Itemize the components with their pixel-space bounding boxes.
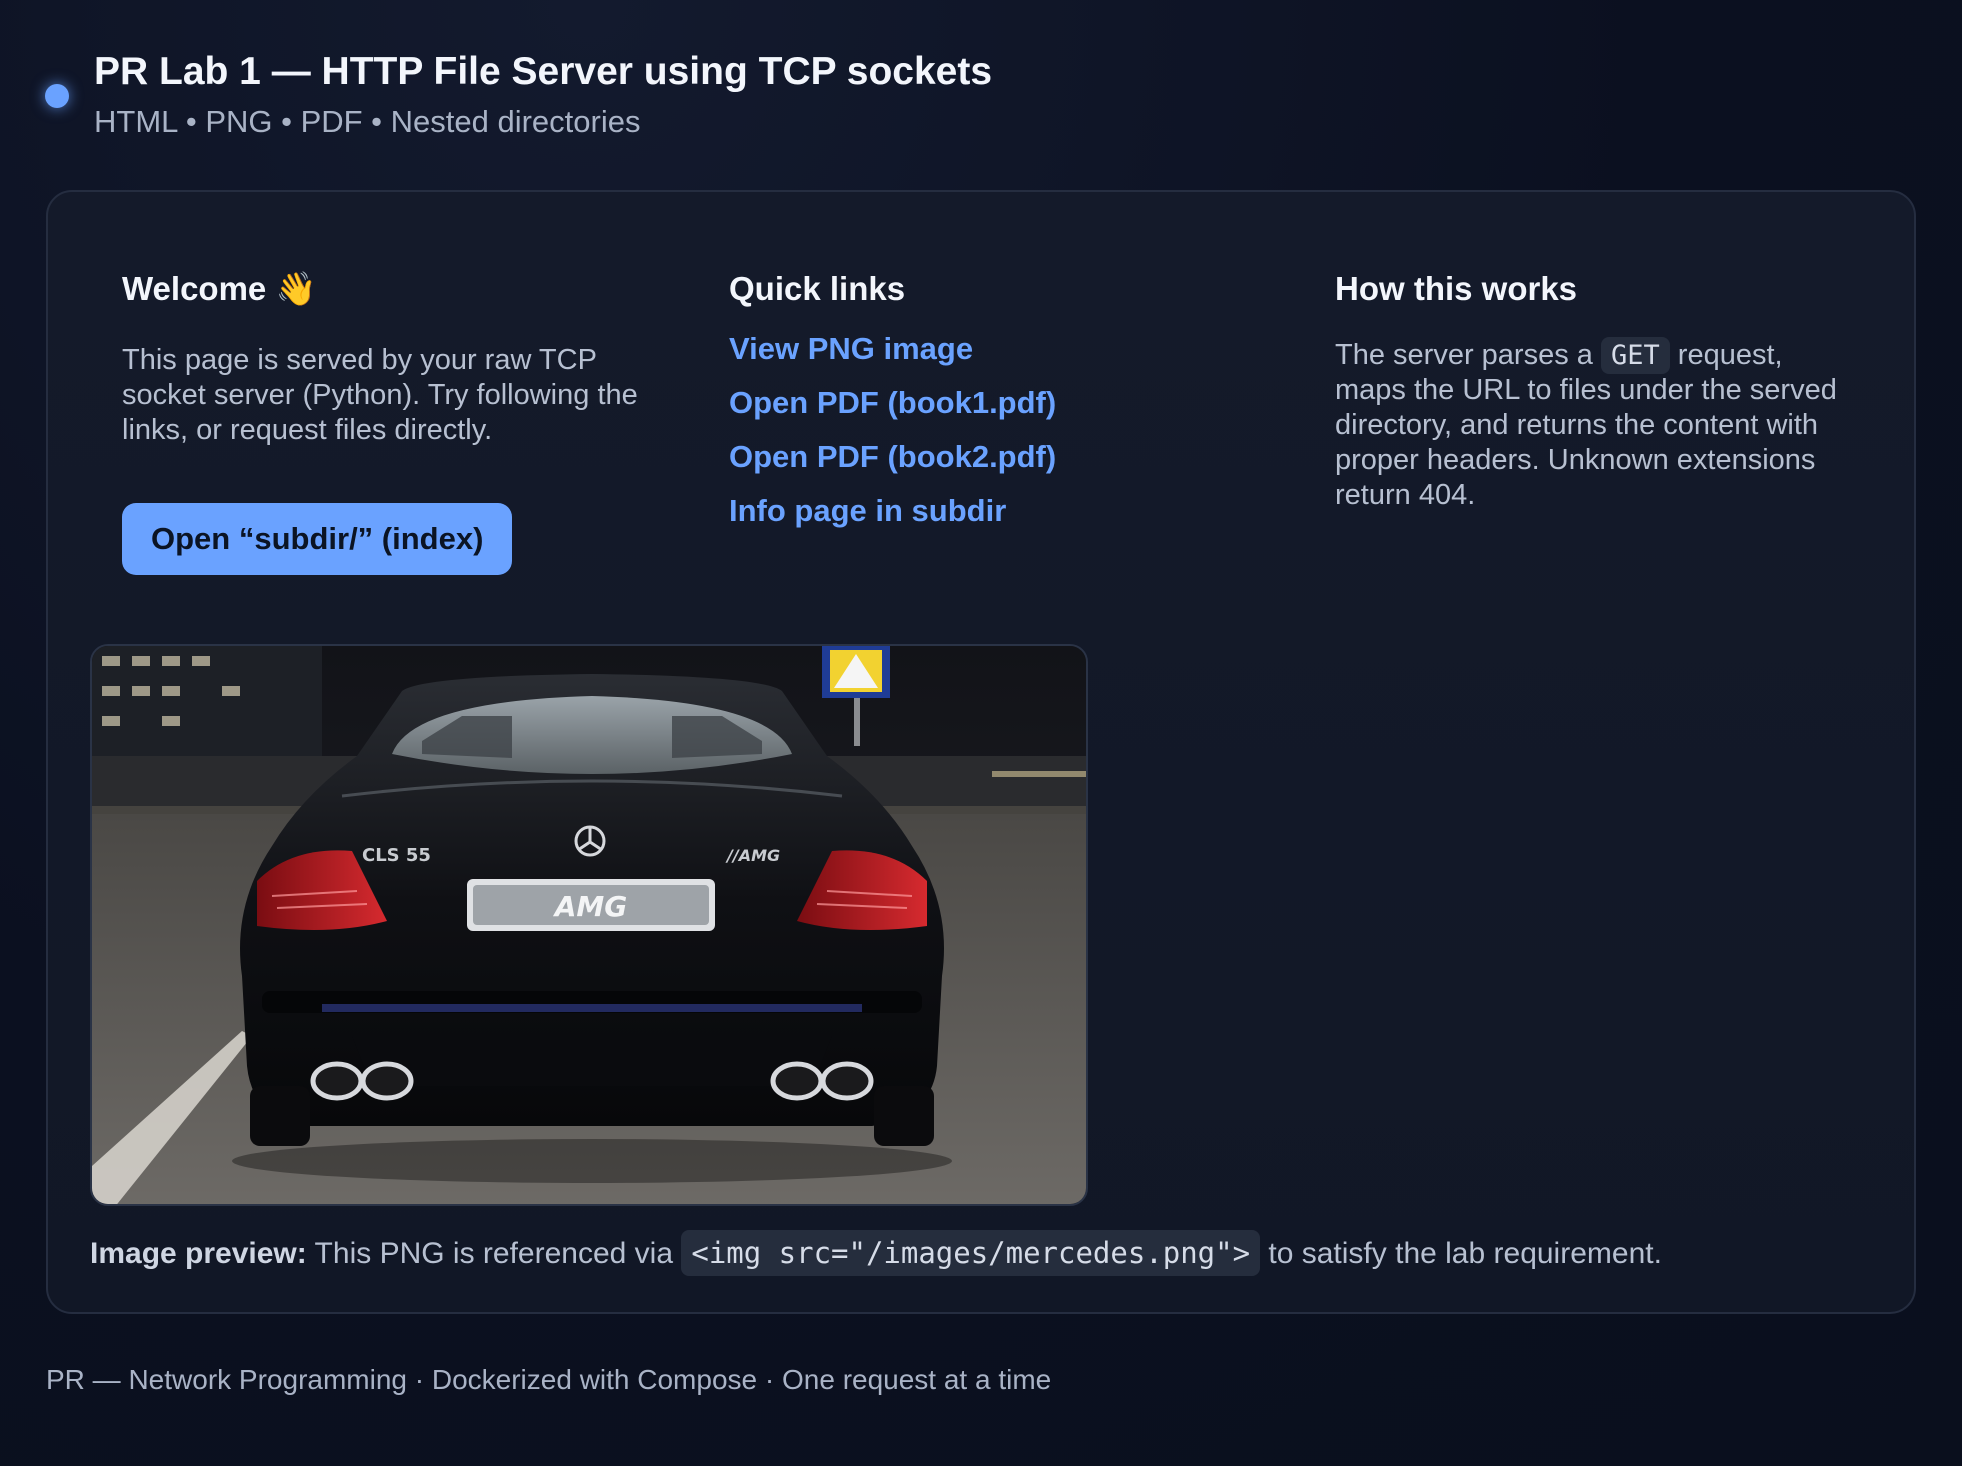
welcome-section: Welcome 👋 This page is served by your ra… bbox=[122, 270, 652, 575]
main-card: Welcome 👋 This page is served by your ra… bbox=[46, 190, 1916, 1314]
page-footer: PR — Network Programming · Dockerized wi… bbox=[46, 1364, 1052, 1395]
image-caption: Image preview: This PNG is referenced vi… bbox=[90, 1230, 1662, 1276]
welcome-heading: Welcome 👋 bbox=[122, 270, 317, 307]
link-view-png[interactable]: View PNG image bbox=[729, 322, 1269, 376]
svg-text:CLS 55: CLS 55 bbox=[362, 845, 431, 866]
caption-code: <img src="/images/mercedes.png"> bbox=[681, 1230, 1261, 1276]
quick-links-section: Quick links View PNG image Open PDF (boo… bbox=[729, 270, 1269, 538]
link-book1-pdf[interactable]: Open PDF (book1.pdf) bbox=[729, 376, 1269, 430]
caption-label: Image preview: bbox=[90, 1237, 307, 1270]
page-title: PR Lab 1 — HTTP File Server using TCP so… bbox=[94, 50, 993, 93]
how-heading: How this works bbox=[1335, 270, 1578, 307]
car-image: CLS 55 //AMG AMG bbox=[90, 644, 1088, 1206]
how-it-works-section: How this works The server parses a GET r… bbox=[1335, 270, 1855, 513]
caption-after: to satisfy the lab requirement. bbox=[1260, 1237, 1662, 1270]
caption-before: This PNG is referenced via bbox=[306, 1237, 682, 1270]
quick-links-list: View PNG image Open PDF (book1.pdf) Open… bbox=[729, 322, 1269, 538]
open-subdir-button[interactable]: Open “subdir/” (index) bbox=[122, 503, 513, 575]
link-book2-pdf[interactable]: Open PDF (book2.pdf) bbox=[729, 430, 1269, 484]
get-code: GET bbox=[1600, 337, 1670, 374]
car-illustration: CLS 55 //AMG AMG bbox=[92, 646, 1086, 1204]
how-text-before: The server parses a bbox=[1335, 339, 1601, 371]
how-text: The server parses a GET request, maps th… bbox=[1335, 337, 1855, 513]
svg-text://AMG: //AMG bbox=[725, 846, 780, 865]
status-dot-icon bbox=[45, 84, 69, 108]
quick-links-heading: Quick links bbox=[729, 270, 906, 307]
link-subdir-info[interactable]: Info page in subdir bbox=[729, 484, 1269, 538]
welcome-text: This page is served by your raw TCP sock… bbox=[122, 344, 638, 446]
page-subtitle: HTML • PNG • PDF • Nested directories bbox=[94, 104, 641, 139]
plate-badge-text: AMG bbox=[553, 890, 628, 923]
